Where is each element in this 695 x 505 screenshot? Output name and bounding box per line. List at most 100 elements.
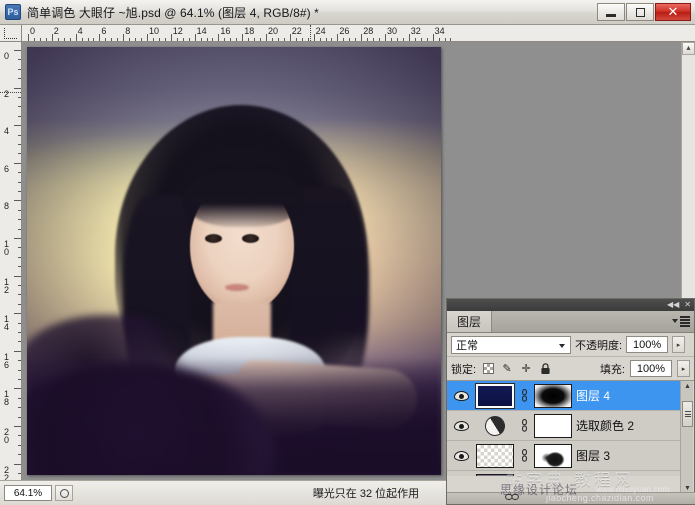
layer-row-2[interactable]: 图层 3 bbox=[447, 441, 682, 471]
ruler-tick-minor bbox=[325, 38, 327, 41]
layer-row-0[interactable]: 图层 4 bbox=[447, 381, 682, 411]
chain-link-icon bbox=[521, 389, 527, 402]
ruler-tick-minor bbox=[141, 38, 143, 41]
fill-input[interactable]: 100% bbox=[630, 360, 672, 377]
layer-name[interactable]: 图层 4 bbox=[576, 387, 610, 404]
ruler-tick-minor bbox=[18, 416, 21, 418]
layer-name[interactable]: 图层 3 bbox=[576, 447, 610, 464]
ruler-tick-minor bbox=[176, 38, 178, 41]
tab-layers[interactable]: 图层 bbox=[447, 311, 493, 332]
photoshop-window: Ps 简单调色 大眼仔 ~旭.psd @ 64.1% (图层 4, RGB/8#… bbox=[0, 0, 695, 505]
fill-stepper[interactable]: ▸ bbox=[677, 360, 690, 377]
layer-row-3[interactable] bbox=[447, 471, 682, 476]
ruler-tick bbox=[51, 34, 53, 41]
layer-mask-thumbnail[interactable] bbox=[534, 413, 572, 438]
layer-name[interactable]: 选取颜色 2 bbox=[576, 417, 634, 434]
all-lock-icon[interactable] bbox=[538, 362, 552, 376]
ruler-tick bbox=[123, 34, 125, 41]
padlock-icon bbox=[540, 362, 550, 374]
ruler-tick-minor bbox=[18, 78, 21, 80]
transparency-lock-icon[interactable] bbox=[481, 362, 495, 376]
document-image[interactable] bbox=[27, 47, 441, 475]
ruler-tick bbox=[14, 87, 21, 89]
chain-link-icon bbox=[521, 449, 527, 462]
ruler-tick-minor bbox=[18, 397, 21, 399]
ruler-tick bbox=[432, 34, 434, 41]
adjustment-layer-thumbnail[interactable] bbox=[476, 411, 514, 440]
ruler-label: 0 bbox=[30, 26, 36, 36]
layer-list[interactable]: 图层 4 选取颜色 2 图层 3 bbox=[447, 381, 682, 476]
zoom-level-input[interactable]: 64.1% bbox=[4, 485, 52, 501]
layer-visibility-toggle[interactable] bbox=[450, 450, 472, 461]
chain-link-icon bbox=[521, 419, 527, 432]
ruler-tick-minor bbox=[158, 38, 160, 41]
ruler-tick-minor bbox=[18, 219, 21, 221]
layer-mask-thumbnail[interactable] bbox=[534, 383, 572, 408]
ruler-tick bbox=[147, 34, 148, 41]
ruler-label: 12 bbox=[3, 276, 9, 295]
maximize-button[interactable] bbox=[626, 3, 654, 21]
move-lock-icon[interactable]: ✛ bbox=[519, 362, 533, 376]
ruler-tick bbox=[99, 34, 101, 41]
layer-thumbnail[interactable] bbox=[476, 473, 514, 476]
ruler-label: 6 bbox=[101, 26, 107, 36]
blend-mode-select[interactable]: 正常 bbox=[451, 335, 571, 354]
minimize-button[interactable] bbox=[597, 3, 625, 21]
layer-visibility-toggle[interactable] bbox=[450, 420, 472, 431]
scrollbar-thumb[interactable] bbox=[682, 401, 693, 427]
ruler-guide-vertical bbox=[310, 25, 311, 41]
lock-label: 锁定: bbox=[451, 363, 477, 376]
ruler-tick-minor bbox=[93, 38, 95, 41]
ruler-tick-minor bbox=[254, 38, 256, 41]
ruler-tick-minor bbox=[271, 38, 273, 41]
ruler-label: 26 bbox=[339, 26, 350, 36]
ruler-tick-minor bbox=[18, 360, 21, 362]
ruler-tick-minor bbox=[18, 444, 21, 446]
panel-tab-strip: 图层 bbox=[447, 311, 694, 333]
ruler-label: 30 bbox=[387, 26, 398, 36]
panel-menu-button[interactable] bbox=[672, 316, 690, 327]
brush-lock-icon[interactable]: ✎ bbox=[500, 362, 514, 376]
opacity-stepper[interactable]: ▸ bbox=[672, 336, 686, 353]
ruler-label: 10 bbox=[3, 239, 9, 257]
link-icon[interactable] bbox=[518, 449, 530, 462]
layer-thumbnail[interactable] bbox=[476, 443, 514, 468]
layer-thumbnail[interactable] bbox=[475, 382, 515, 409]
lock-row: 锁定: ✎ ✛ 填充: 100% ▸ bbox=[447, 357, 694, 381]
ruler-tick-minor bbox=[81, 38, 83, 41]
ruler-tick bbox=[337, 34, 339, 41]
ruler-tick-minor bbox=[420, 38, 422, 41]
ruler-tick-minor bbox=[373, 38, 375, 41]
ruler-label: 4 bbox=[3, 126, 9, 137]
panel-close-icon[interactable]: ✕ bbox=[684, 301, 691, 309]
ruler-tick-minor bbox=[396, 38, 398, 41]
ruler-label: 28 bbox=[363, 26, 374, 36]
close-icon: ✕ bbox=[667, 4, 679, 20]
ruler-tick-minor bbox=[206, 38, 208, 41]
ruler-label: 10 bbox=[149, 26, 160, 36]
link-layers-icon[interactable] bbox=[505, 493, 519, 504]
link-icon[interactable] bbox=[518, 389, 530, 402]
link-icon[interactable] bbox=[518, 419, 530, 432]
panel-collapse-icon[interactable]: ◀◀ bbox=[667, 301, 679, 309]
horizontal-ruler[interactable]: 0 2 4 6 8 10 12 14 16 18 20 22 24 26 28 30 32 34 bbox=[22, 25, 695, 42]
opacity-label: 不透明度: bbox=[575, 339, 623, 352]
layer-mask-thumbnail[interactable] bbox=[534, 443, 572, 468]
vertical-ruler[interactable]: 0 2 4 6 8 10 12 14 16 18 20 22 bbox=[0, 42, 22, 480]
ruler-tick-minor bbox=[18, 473, 21, 474]
layer-row-1[interactable]: 选取颜色 2 bbox=[447, 411, 682, 441]
minimize-icon bbox=[606, 13, 616, 17]
layer-list-scrollbar[interactable]: ▲ ▼ bbox=[680, 381, 693, 494]
ruler-tick-minor bbox=[188, 38, 190, 41]
ruler-tick-minor bbox=[33, 38, 35, 41]
ruler-corner[interactable] bbox=[0, 25, 22, 42]
ruler-tick-minor bbox=[230, 38, 232, 41]
ruler-tick bbox=[242, 34, 244, 41]
layer-visibility-toggle[interactable] bbox=[450, 390, 472, 401]
scroll-up-arrow-icon[interactable]: ▲ bbox=[682, 42, 695, 55]
close-button[interactable]: ✕ bbox=[655, 3, 691, 21]
ruler-tick-minor bbox=[18, 115, 21, 117]
scroll-up-arrow-icon[interactable]: ▲ bbox=[683, 382, 692, 391]
ruler-tick-minor bbox=[18, 209, 21, 211]
opacity-input[interactable]: 100% bbox=[626, 336, 669, 353]
